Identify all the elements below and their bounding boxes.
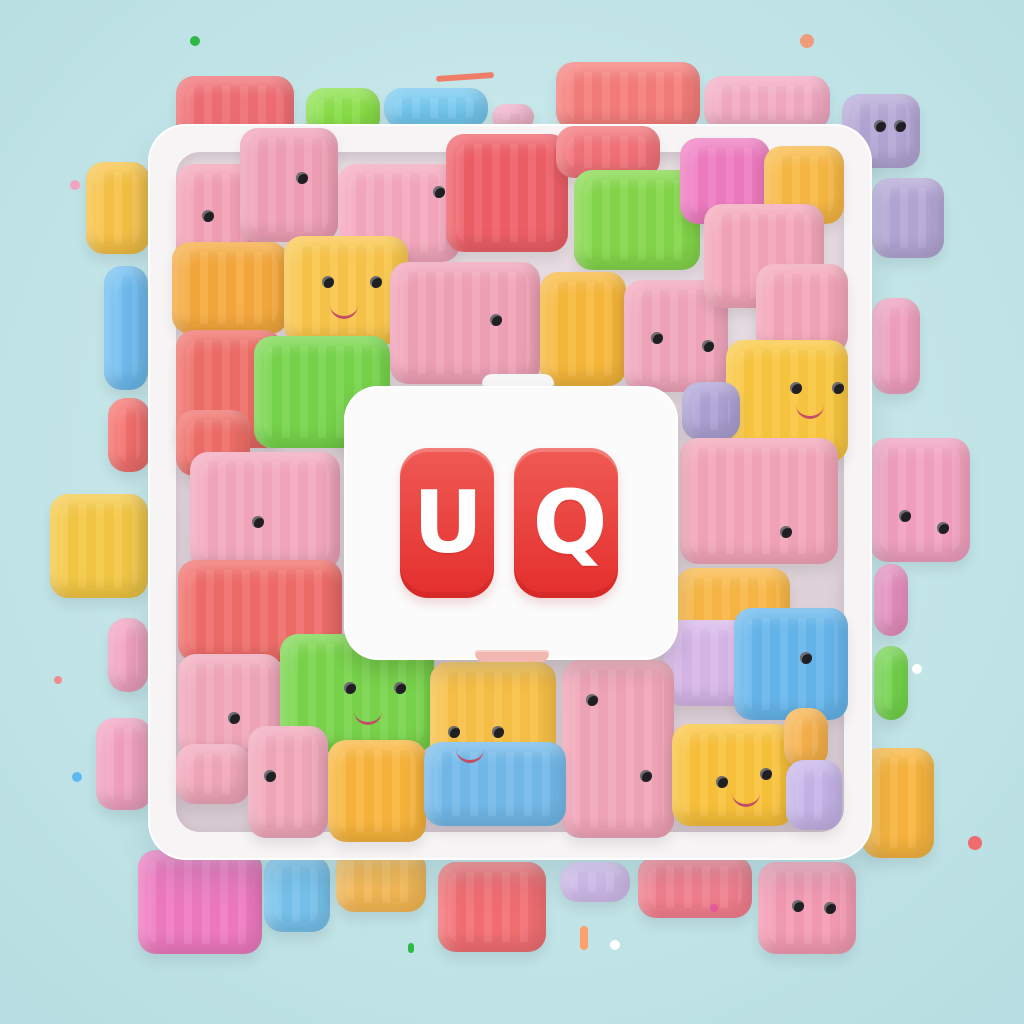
candy-inside-34 [424, 742, 566, 826]
confetti-dot [54, 676, 62, 684]
candy-outside-12 [96, 718, 152, 810]
candy-outside-3 [384, 88, 488, 128]
candy-eye [640, 770, 652, 782]
candy-outside-15 [872, 298, 920, 394]
candy-outside-26 [758, 862, 856, 954]
candy-eye [586, 694, 598, 706]
candy-inside-37 [786, 760, 842, 830]
confetti-dot [610, 940, 620, 950]
candy-inside-32 [248, 726, 328, 838]
confetti-dot [710, 904, 718, 912]
candy-inside-11 [390, 262, 540, 384]
confetti-dot [72, 772, 82, 782]
candy-outside-9 [108, 398, 150, 472]
candy-inside-31 [176, 744, 250, 804]
candy-eye [760, 768, 772, 780]
confetti-dot [435, 71, 495, 83]
candy-outside-11 [108, 618, 148, 692]
candy-inside-22 [680, 438, 838, 564]
center-logo-card [344, 386, 678, 660]
candy-scene: U Q [0, 0, 1024, 1024]
candy-outside-18 [874, 646, 908, 720]
candy-eye [492, 726, 504, 738]
candy-eye [394, 682, 406, 694]
candy-eye [228, 712, 240, 724]
candy-inside-12 [540, 272, 626, 386]
candy-eye [264, 770, 276, 782]
candy-eye [894, 120, 906, 132]
candy-eye [937, 522, 949, 534]
candy-inside-36 [784, 708, 828, 768]
candy-eye [792, 900, 804, 912]
candy-eye [370, 276, 382, 288]
candy-outside-10 [50, 494, 148, 598]
confetti-dot [408, 943, 414, 953]
logo-left-glyph: U [413, 473, 483, 573]
candy-outside-16 [870, 438, 970, 562]
candy-outside-21 [264, 856, 330, 932]
candy-eye [651, 332, 663, 344]
candy-inside-30 [562, 660, 674, 838]
candy-inside-9 [172, 242, 288, 334]
candy-outside-23 [438, 862, 546, 952]
candy-inside-19 [682, 382, 740, 440]
candy-outside-7 [86, 162, 150, 254]
confetti-dot [70, 180, 80, 190]
candy-outside-24 [560, 862, 630, 902]
candy-eye [322, 276, 334, 288]
candy-outside-25 [638, 856, 752, 918]
candy-eye [344, 682, 356, 694]
candy-inside-21 [190, 452, 340, 570]
candy-eye [448, 726, 460, 738]
candy-inside-2 [240, 128, 338, 242]
candy-eye [296, 172, 308, 184]
candy-inside-26 [734, 608, 848, 720]
logo-bottom-tab [475, 650, 549, 662]
candy-eye [202, 210, 214, 222]
candy-eye [433, 186, 445, 198]
candy-outside-19 [862, 748, 934, 858]
candy-outside-17 [874, 564, 908, 636]
candy-eye [716, 776, 728, 788]
candy-inside-33 [328, 740, 426, 842]
candy-inside-35 [672, 724, 794, 826]
candy-eye [824, 902, 836, 914]
candy-eye [899, 510, 911, 522]
candy-outside-20 [138, 850, 262, 954]
confetti-dot [800, 34, 814, 48]
candy-inside-4 [446, 134, 568, 252]
candy-outside-14 [872, 178, 944, 258]
candy-eye [252, 516, 264, 528]
logo-tile-left: U [400, 448, 494, 598]
candy-eye [790, 382, 802, 394]
candy-eye [874, 120, 886, 132]
confetti-dot [580, 926, 588, 950]
candy-eye [832, 382, 844, 394]
logo-tile-right: Q [514, 448, 618, 598]
candy-outside-6 [704, 76, 830, 130]
candy-eye [800, 652, 812, 664]
confetti-dot [968, 836, 982, 850]
candy-outside-8 [104, 266, 148, 390]
candy-eye [780, 526, 792, 538]
logo-right-glyph: Q [532, 471, 608, 574]
candy-eye [702, 340, 714, 352]
candy-outside-5 [556, 62, 700, 130]
confetti-dot [190, 36, 200, 46]
confetti-dot [912, 664, 922, 674]
candy-eye [490, 314, 502, 326]
